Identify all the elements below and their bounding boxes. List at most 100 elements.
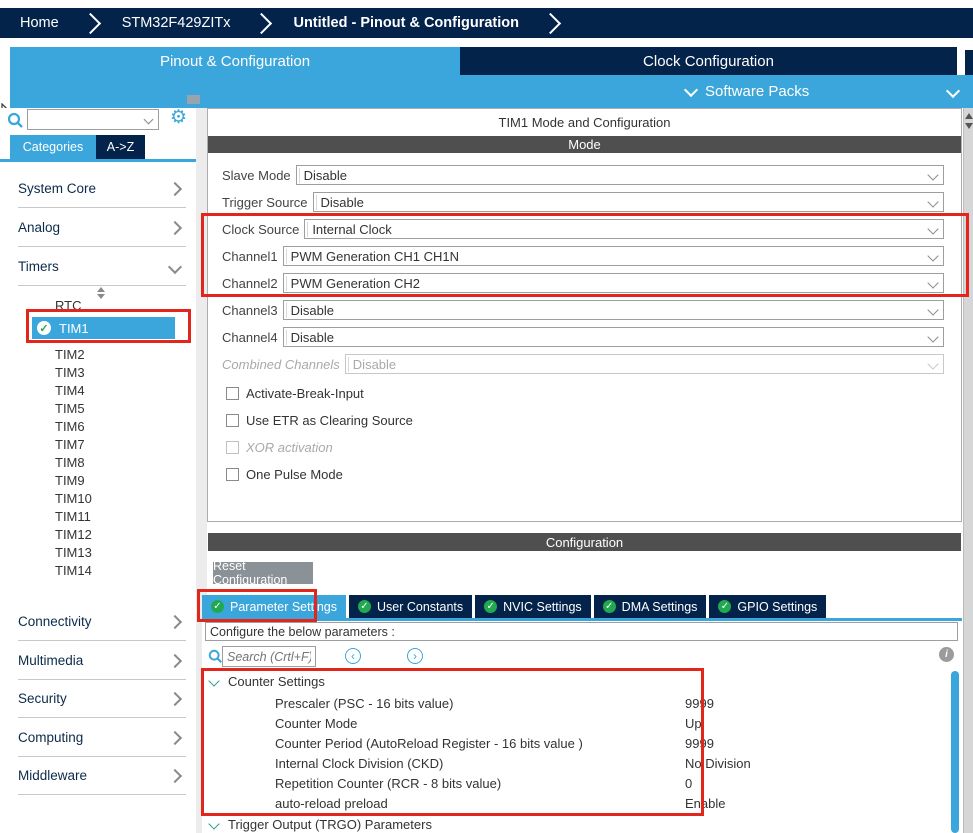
param-value[interactable]: 9999: [685, 694, 714, 712]
tab-user-constants[interactable]: ✓ User Constants: [349, 595, 472, 618]
slave-mode-select[interactable]: Disable: [296, 165, 944, 185]
chevron-down-icon: [684, 83, 698, 97]
parameters-scrollbar-thumb[interactable]: [951, 671, 959, 833]
sidebar-item-analog[interactable]: Analog: [18, 209, 186, 247]
chevron-right-icon: [168, 181, 182, 195]
stm32cubemx-window: CubeMX Home STM32F429ZITx Untitled - Pin…: [0, 0, 973, 833]
list-item-tim6[interactable]: TIM6: [55, 417, 85, 435]
list-item-tim9[interactable]: TIM9: [55, 471, 85, 489]
field-combined-channels: Combined Channels Disable: [222, 354, 944, 374]
checkbox-xor-activation: XOR activation: [226, 439, 333, 455]
list-item-tim10[interactable]: TIM10: [55, 489, 92, 507]
param-name[interactable]: Counter Mode: [275, 714, 357, 732]
tab-edge-notch: [965, 50, 973, 75]
list-item-rtc[interactable]: RTC: [55, 296, 81, 314]
channel2-select[interactable]: PWM Generation CH2: [283, 273, 944, 293]
sidebar-item-computing[interactable]: Computing: [18, 719, 186, 757]
check-icon: ✓: [37, 321, 51, 335]
param-value[interactable]: 9999: [685, 734, 714, 752]
scroll-down-icon[interactable]: [965, 123, 973, 129]
breadcrumb-home[interactable]: Home: [20, 15, 59, 31]
list-item-tim3[interactable]: TIM3: [55, 363, 85, 381]
list-item-tim7[interactable]: TIM7: [55, 435, 85, 453]
field-trigger-source: Trigger Source Disable: [222, 192, 944, 212]
software-packs-dropdown[interactable]: Software Packs: [686, 75, 809, 108]
chevron-right-icon: [168, 653, 182, 667]
list-item-tim4[interactable]: TIM4: [55, 381, 85, 399]
chevron-down-icon: [168, 259, 182, 273]
window-scrollbar[interactable]: [963, 108, 973, 833]
trigger-source-select[interactable]: Disable: [313, 192, 945, 212]
mode-panel-title: TIM1 Mode and Configuration: [208, 113, 961, 131]
checkbox-icon: [226, 414, 239, 427]
param-name[interactable]: auto-reload preload: [275, 794, 388, 812]
tab-clock-configuration[interactable]: Clock Configuration: [460, 47, 957, 75]
breadcrumb: Home STM32F429ZITx Untitled - Pinout & C…: [0, 8, 973, 38]
sidebar-tab-underline: [0, 159, 196, 162]
ip-search-combo[interactable]: [27, 109, 159, 130]
channel4-select[interactable]: Disable: [283, 327, 944, 347]
scroll-up-icon[interactable]: [965, 113, 973, 119]
tree-group-trigger-output-trgo[interactable]: Trigger Output (TRGO) Parameters: [210, 815, 432, 833]
param-value[interactable]: Up: [685, 714, 702, 732]
parameter-settings-panel: Configure the below parameters : ‹ › i C…: [202, 621, 962, 833]
param-name[interactable]: Prescaler (PSC - 16 bits value): [275, 694, 453, 712]
search-icon: [208, 649, 223, 664]
param-value[interactable]: Enable: [685, 794, 725, 812]
sidebar-item-middleware[interactable]: Middleware: [18, 757, 186, 795]
search-previous-icon[interactable]: ‹: [345, 648, 361, 664]
sidebar-tab-az[interactable]: A->Z: [96, 135, 145, 159]
list-item-tim13[interactable]: TIM13: [55, 543, 92, 561]
tab-gpio-settings[interactable]: ✓ GPIO Settings: [709, 595, 826, 618]
checkbox-activate-break-input[interactable]: Activate-Break-Input: [226, 385, 364, 401]
parameters-search-input[interactable]: [222, 646, 316, 667]
list-item-tim5[interactable]: TIM5: [55, 399, 85, 417]
splitter-handle[interactable]: [187, 95, 200, 104]
reset-configuration-button[interactable]: Reset Configuration: [213, 562, 313, 584]
chevron-down-icon: [927, 169, 938, 180]
list-item-tim14[interactable]: TIM14: [55, 561, 92, 579]
clock-source-select[interactable]: Internal Clock: [304, 219, 944, 239]
checkbox-use-etr-clearing-source[interactable]: Use ETR as Clearing Source: [226, 412, 413, 428]
field-channel2: Channel2 PWM Generation CH2: [222, 273, 944, 293]
sidebar-tab-categories[interactable]: Categories: [10, 135, 96, 159]
tab-parameter-settings[interactable]: ✓ Parameter Settings: [202, 595, 346, 618]
list-item-tim12[interactable]: TIM12: [55, 525, 92, 543]
list-collapse-spinner-icon[interactable]: [97, 287, 105, 299]
param-name[interactable]: Counter Period (AutoReload Register - 16…: [275, 734, 583, 752]
channel1-select[interactable]: PWM Generation CH1 CH1N: [283, 246, 944, 266]
param-name[interactable]: Repetition Counter (RCR - 8 bits value): [275, 774, 501, 792]
parameters-instruction: Configure the below parameters :: [205, 622, 958, 641]
breadcrumb-chevron-icon: [251, 12, 272, 33]
sidebar-item-system-core[interactable]: System Core: [18, 170, 186, 208]
param-value[interactable]: No Division: [685, 754, 751, 772]
search-next-icon[interactable]: ›: [407, 648, 423, 664]
tab-dma-settings[interactable]: ✓ DMA Settings: [594, 595, 707, 618]
chevron-down-icon: [927, 304, 938, 315]
param-value[interactable]: 0: [685, 774, 692, 792]
list-item-tim11[interactable]: TIM11: [55, 507, 91, 525]
configuration-section-header: Configuration: [208, 533, 961, 551]
gear-icon[interactable]: ⚙: [170, 106, 187, 129]
tab-nvic-settings[interactable]: ✓ NVIC Settings: [475, 595, 591, 618]
sidebar-item-multimedia[interactable]: Multimedia: [18, 642, 186, 680]
checkbox-one-pulse-mode[interactable]: One Pulse Mode: [226, 466, 343, 482]
tab-pinout-configuration[interactable]: Pinout & Configuration: [10, 47, 460, 75]
tree-group-counter-settings[interactable]: Counter Settings: [210, 672, 325, 690]
sidebar-item-connectivity[interactable]: Connectivity: [18, 603, 186, 641]
list-item-tim2[interactable]: TIM2: [55, 345, 85, 363]
channel3-select[interactable]: Disable: [283, 300, 944, 320]
cubemx-logo: CubeMX: [27, 0, 107, 5]
combined-channels-select: Disable: [345, 354, 944, 374]
info-icon[interactable]: i: [939, 647, 954, 662]
chevron-down-icon: [927, 331, 938, 342]
chevron-down-icon[interactable]: [946, 84, 960, 98]
list-item-tim1-selected[interactable]: ✓ TIM1: [32, 317, 175, 339]
breadcrumb-mcu[interactable]: STM32F429ZITx: [122, 15, 231, 31]
sidebar-item-security[interactable]: Security: [18, 680, 186, 718]
param-name[interactable]: Internal Clock Division (CKD): [275, 754, 443, 772]
list-item-tim8[interactable]: TIM8: [55, 453, 85, 471]
breadcrumb-current-page[interactable]: Untitled - Pinout & Configuration: [293, 15, 519, 31]
chevron-down-icon: [144, 115, 154, 125]
sidebar-item-timers[interactable]: Timers: [18, 248, 186, 286]
